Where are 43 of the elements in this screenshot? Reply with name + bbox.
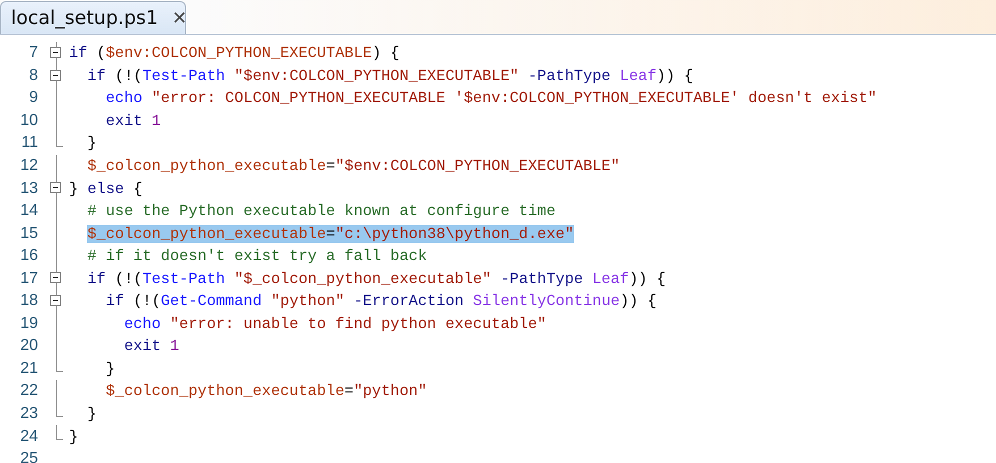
code-line: $_colcon_python_executable="$env:COLCON_PYTHON_EXECUTABLE" xyxy=(86,157,620,175)
line-number: 25 xyxy=(19,450,38,463)
line-number: 12 xyxy=(19,157,38,175)
line-number: 14 xyxy=(19,202,38,220)
file-tab[interactable]: local_setup.ps1 ✕ xyxy=(0,1,186,34)
code-line: } xyxy=(86,134,97,152)
fold-toggle[interactable] xyxy=(50,295,61,306)
close-icon[interactable]: ✕ xyxy=(172,8,188,28)
line-number: 17 xyxy=(19,270,38,288)
code-line: # if it doesn't exist try a fall back xyxy=(86,247,428,266)
fold-toggle[interactable] xyxy=(50,47,61,58)
line-number: 24 xyxy=(19,428,38,446)
code-line: } xyxy=(69,428,78,446)
fold-toggle[interactable] xyxy=(50,272,61,284)
code-line: if ($env:COLCON_PYTHON_EXECUTABLE) { xyxy=(69,44,400,62)
code-line: } xyxy=(86,405,97,424)
line-number: 7 xyxy=(28,44,38,62)
code-line: echo "error: COLCON_PYTHON_EXECUTABLE '$env:COLCON_PYTHON_EXECUTABLE' doesn't exist" xyxy=(104,89,877,108)
code-line: exit 1 xyxy=(123,337,180,356)
line-number: 8 xyxy=(28,66,38,85)
line-number: 16 xyxy=(19,247,38,266)
code-line: if (!(Test-Path "$_colcon_python_executable" -PathType Leaf)) { xyxy=(86,270,666,288)
code-line: if (!(Get-Command "python" -ErrorAction SilentlyContinue)) { xyxy=(104,292,657,310)
code-line: $_colcon_python_executable="python" xyxy=(104,382,428,400)
code-line: # use the Python executable known at configure time xyxy=(86,202,556,220)
line-number: 21 xyxy=(19,360,38,378)
line-number: 10 xyxy=(19,112,38,130)
code-line: if (!(Test-Path "$env:COLCON_PYTHON_EXECUTABLE" -PathType Leaf)) { xyxy=(86,66,694,85)
line-number: 20 xyxy=(19,337,38,356)
code-line: } xyxy=(104,360,115,378)
code-line: } else { xyxy=(69,180,142,198)
code-line: exit 1 xyxy=(104,112,161,130)
line-number: 13 xyxy=(19,180,38,198)
line-number: 22 xyxy=(19,382,38,400)
line-number: 19 xyxy=(19,314,38,333)
fold-toggle[interactable] xyxy=(50,70,61,81)
line-number: 23 xyxy=(19,405,38,424)
code-line: echo "error: unable to find python executable" xyxy=(123,314,546,333)
fold-toggle[interactable] xyxy=(50,182,61,194)
line-number: 9 xyxy=(28,89,38,108)
line-number: 11 xyxy=(20,134,38,152)
line-number: 15 xyxy=(19,224,38,243)
line-number: 18 xyxy=(19,292,38,310)
